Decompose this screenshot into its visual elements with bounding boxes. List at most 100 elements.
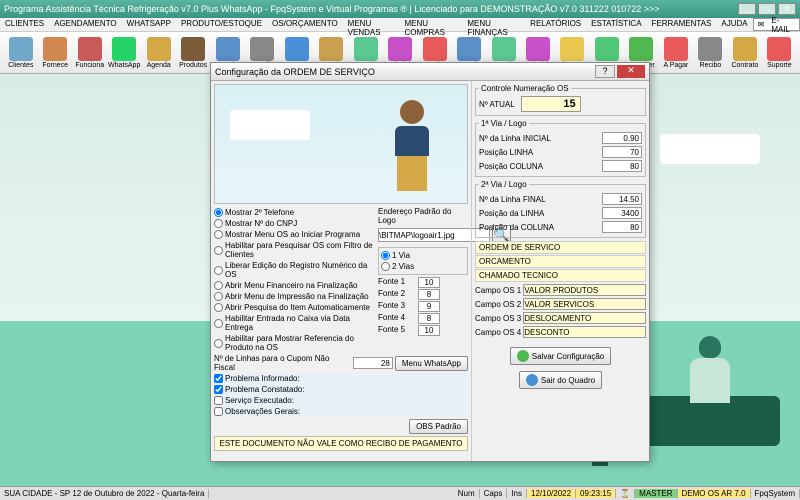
logo-path-label: Endereço Padrão do Logo	[378, 207, 468, 225]
pesquisa-icon	[457, 37, 481, 61]
fonte2-input[interactable]	[418, 289, 440, 300]
vendas-icon	[423, 37, 447, 61]
via1-radio[interactable]	[381, 251, 390, 260]
toolbar-produtos[interactable]: Produtos	[176, 34, 209, 71]
toolbar-suporte[interactable]: Suporte	[763, 34, 796, 71]
fonte5-input[interactable]	[418, 325, 440, 336]
campo-os-3-input[interactable]	[523, 312, 646, 324]
clientes-icon	[9, 37, 33, 61]
toolbar-clientes[interactable]: Clientes	[4, 34, 37, 71]
doc-type-chamado-tecnico[interactable]: CHAMADO TECNICO	[475, 269, 646, 282]
opt-radio-2[interactable]	[214, 230, 223, 239]
window-title: Programa Assistência Técnica Refrigeraçã…	[4, 4, 660, 14]
close-button[interactable]: ✕	[778, 3, 796, 15]
menu-menu vendas[interactable]: MENU VENDAS	[343, 18, 400, 31]
fornece-icon	[43, 37, 67, 61]
toolbar-fornece[interactable]: Fornece	[38, 34, 71, 71]
suporte-icon	[767, 37, 791, 61]
toolbar-recibo[interactable]: Recibo	[694, 34, 727, 71]
woman-graphic	[680, 336, 740, 426]
doc-type-ordem-de-servico[interactable]: ORDEM DE SERVICO	[475, 241, 646, 254]
opt-radio-7[interactable]	[214, 303, 223, 312]
opt-radio-3[interactable]	[214, 246, 223, 255]
check-3[interactable]	[214, 407, 223, 416]
dialog-titlebar: Configuração da ORDEM DE SERVIÇO ? ✕	[211, 63, 649, 81]
toolbar-whatsapp[interactable]: WhatsApp	[107, 34, 140, 71]
menu-estatística[interactable]: ESTATÍSTICA	[586, 18, 646, 31]
status-caps: Caps	[480, 489, 508, 498]
exit-button[interactable]: Sair do Quadro	[519, 371, 602, 389]
whatsapp-icon	[112, 37, 136, 61]
status-demo: DEMO OS AR 7.0	[678, 489, 751, 498]
toolbar-agenda[interactable]: Agenda	[142, 34, 175, 71]
cupom-lines-input[interactable]	[353, 357, 393, 369]
menu-produto/estoque[interactable]: PRODUTO/ESTOQUE	[176, 18, 267, 31]
doc-type-orcamento[interactable]: ORCAMENTO	[475, 255, 646, 268]
campo-os-1-input[interactable]	[523, 284, 646, 296]
menu-agendamento[interactable]: AGENDAMENTO	[49, 18, 122, 31]
check-0[interactable]	[214, 374, 223, 383]
dialog-help-button[interactable]: ?	[595, 65, 615, 78]
fonte1-input[interactable]	[418, 277, 440, 288]
linha-final-input[interactable]	[602, 193, 642, 205]
funciona-icon	[78, 37, 102, 61]
status-master: MASTER	[635, 489, 677, 498]
pos-linha2-input[interactable]	[602, 207, 642, 219]
menu-os/orçamento[interactable]: OS/ORÇAMENTO	[267, 18, 343, 31]
menu-clientes[interactable]: CLIENTES	[0, 18, 49, 31]
minimize-button[interactable]: _	[738, 3, 756, 15]
status-location: SUA CIDADE - SP 12 de Outubro de 2022 - …	[0, 489, 209, 498]
toolbar-contrato[interactable]: Contrato	[728, 34, 761, 71]
save-config-button[interactable]: Salvar Configuração	[510, 347, 611, 365]
pesquisa-icon	[319, 37, 343, 61]
status-num: Num	[454, 489, 480, 498]
linha-inicial-input[interactable]	[602, 132, 642, 144]
aparelho-icon	[250, 37, 274, 61]
menu-whatsapp[interactable]: WHATSAPP	[122, 18, 176, 31]
a pagar-icon	[664, 37, 688, 61]
dialog-title: Configuração da ORDEM DE SERVIÇO	[215, 67, 375, 77]
cupom-lines-label: Nº de Linhas para o Cupom Não Fiscal	[214, 354, 351, 372]
n-atual-label: Nº ATUAL	[479, 100, 515, 109]
menu-menu finanças[interactable]: MENU FINANÇAS	[462, 18, 525, 31]
maximize-button[interactable]: ▭	[758, 3, 776, 15]
opt-radio-4[interactable]	[214, 266, 223, 275]
produtos-icon	[181, 37, 205, 61]
opt-radio-0[interactable]	[214, 208, 223, 217]
menu-relatórios[interactable]: RELATÓRIOS	[525, 18, 586, 31]
obs-padrao-button[interactable]: OBS Padrão	[409, 419, 468, 434]
opt-radio-9[interactable]	[214, 339, 223, 348]
fonte3-input[interactable]	[418, 301, 440, 312]
window-titlebar: Programa Assistência Técnica Refrigeraçã…	[0, 0, 800, 18]
status-fpq: FpqSystem	[751, 489, 800, 498]
opt-radio-6[interactable]	[214, 292, 223, 301]
pos-col1-input[interactable]	[602, 160, 642, 172]
via2-radio[interactable]	[381, 262, 390, 271]
opt-radio-1[interactable]	[214, 219, 223, 228]
caixa-icon	[595, 37, 619, 61]
pos-linha1-input[interactable]	[602, 146, 642, 158]
fonte4-input[interactable]	[418, 313, 440, 324]
receber-icon	[629, 37, 653, 61]
n-atual-value: 15	[521, 96, 581, 112]
campo-os-2-input[interactable]	[523, 298, 646, 310]
toolbar-funciona[interactable]: Funciona	[73, 34, 106, 71]
menubar: CLIENTESAGENDAMENTOWHATSAPPPRODUTO/ESTOQ…	[0, 18, 800, 32]
dialog-close-button[interactable]: ✕	[617, 65, 645, 78]
document-footer-note: ESTE DOCUMENTO NÃO VALE COMO RECIBO DE P…	[214, 436, 468, 451]
email-button[interactable]: ✉ E-MAIL	[753, 18, 800, 31]
menu-whatsapp-button[interactable]: Menu WhatsApp	[395, 356, 468, 371]
menu-menu compras[interactable]: MENU COMPRAS	[399, 18, 462, 31]
consulta-icon	[354, 37, 378, 61]
controle-numeracao-group: Controle Numeração OS Nº ATUAL 15	[475, 84, 646, 116]
campo-os-4-input[interactable]	[523, 326, 646, 338]
opt-radio-8[interactable]	[214, 319, 223, 328]
menu os-icon	[285, 37, 309, 61]
opt-radio-5[interactable]	[214, 281, 223, 290]
menu-ferramentas[interactable]: FERRAMENTAS	[647, 18, 717, 31]
menu-ajuda[interactable]: AJUDA	[716, 18, 752, 31]
check-1[interactable]	[214, 385, 223, 394]
toolbar-a pagar[interactable]: A Pagar	[659, 34, 692, 71]
check-2[interactable]	[214, 396, 223, 405]
pos-col2-input[interactable]	[602, 221, 642, 233]
